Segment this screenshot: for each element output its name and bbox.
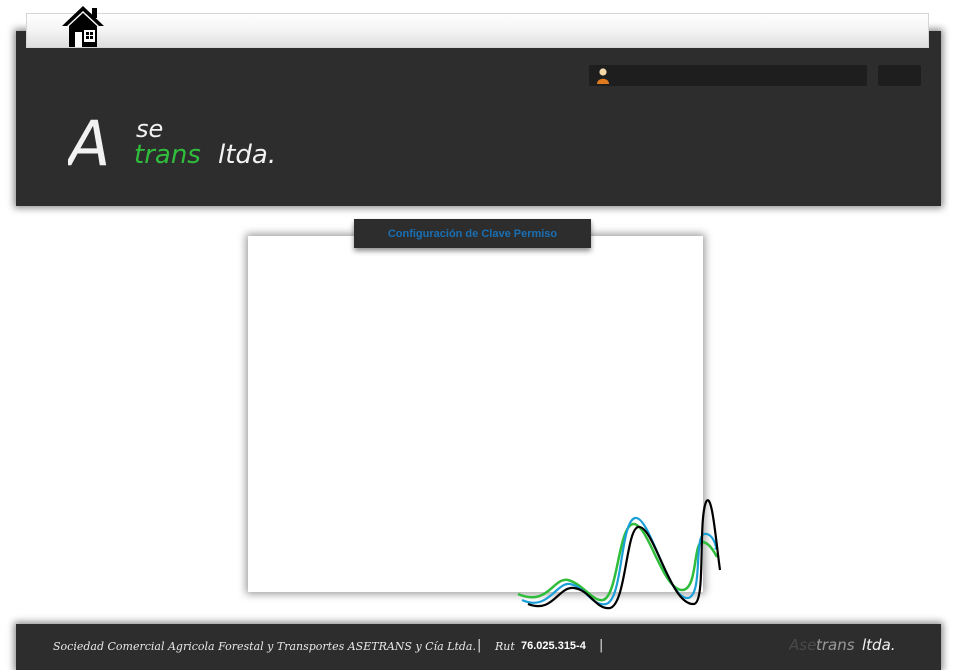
footer-rut-value: 76.025.315-4 [521, 640, 586, 652]
header-button[interactable] [878, 65, 921, 86]
company-logo: A se trans ltda. [68, 107, 276, 173]
footer: Sociedad Comercial Agricola Forestal y T… [16, 624, 941, 670]
footer-logo-trans: trans [816, 636, 855, 654]
decorative-waves [517, 499, 722, 610]
logo-letter-a: A [68, 107, 110, 173]
footer-logo-ltda: ltda. [862, 636, 896, 654]
user-icon [597, 68, 609, 84]
tab-configuracion-clave-permiso[interactable]: Configuración de Clave Permiso [354, 219, 591, 248]
top-strip [26, 13, 929, 48]
logo-ltda: ltda. [218, 140, 276, 170]
logo-trans: trans [134, 140, 201, 170]
logo-se: se [136, 115, 163, 143]
footer-separator: | [477, 638, 482, 653]
footer-company-name: Sociedad Comercial Agricola Forestal y T… [53, 640, 476, 653]
footer-logo-ase: Ase [789, 636, 816, 654]
footer-logo: Ase trans ltda. [789, 636, 896, 654]
home-icon[interactable] [62, 4, 104, 48]
user-bar[interactable] [589, 65, 867, 86]
footer-rut-label: Rut [495, 640, 515, 653]
header: A se trans ltda. [16, 31, 941, 206]
footer-separator-2: | [599, 638, 604, 653]
